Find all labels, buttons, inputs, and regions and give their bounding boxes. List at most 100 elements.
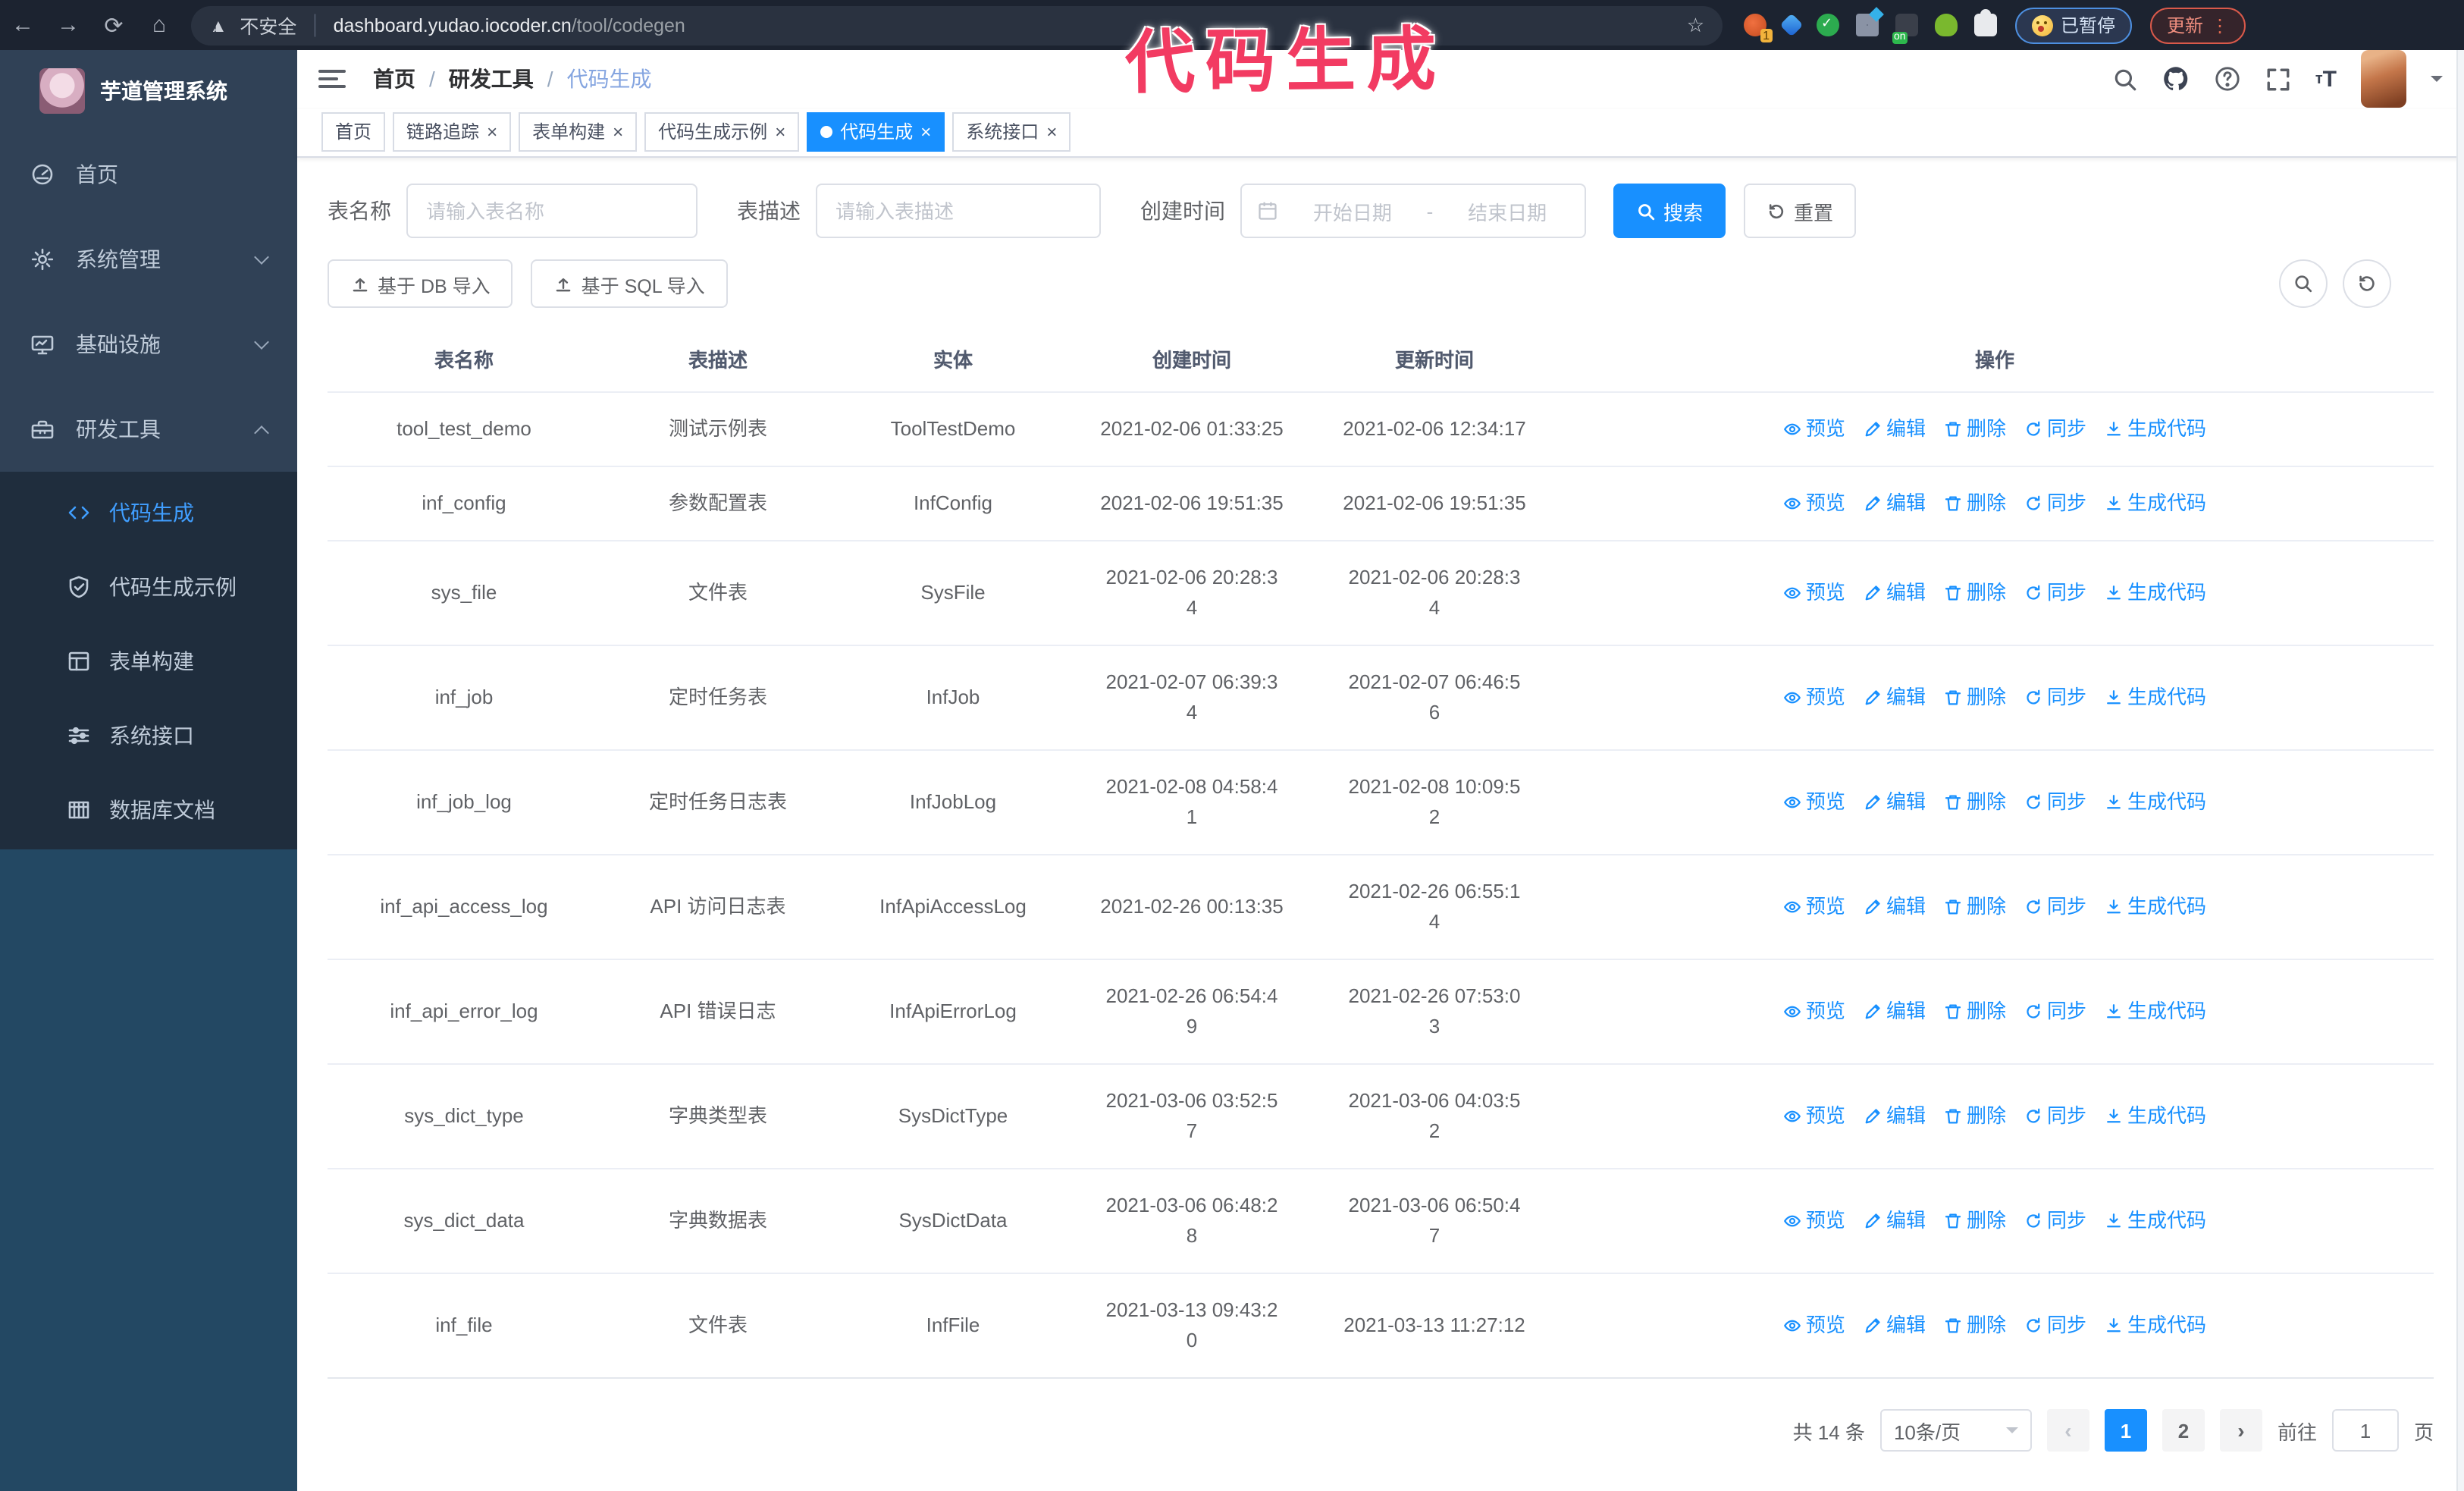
action-eye[interactable]: 预览 — [1783, 997, 1845, 1027]
sidebar-subitem-0[interactable]: 代码生成 — [0, 475, 297, 549]
extensions-puzzle-icon[interactable] — [1974, 9, 1997, 36]
sidebar-item-0[interactable]: 首页 — [0, 132, 297, 217]
action-sync[interactable]: 同步 — [2024, 1101, 2086, 1132]
action-trash[interactable]: 删除 — [1944, 683, 2006, 713]
tab-0[interactable]: 首页 — [321, 112, 386, 152]
action-sync[interactable]: 同步 — [2024, 488, 2086, 519]
extension-grid-icon[interactable] — [1856, 14, 1879, 36]
kebab-menu-icon[interactable]: ⋮ — [2211, 14, 2229, 36]
fullscreen-icon[interactable] — [2265, 67, 2291, 93]
tab-5[interactable]: 系统接口 × — [952, 112, 1071, 152]
extension-bot-icon[interactable] — [1935, 14, 1958, 36]
home-icon[interactable]: ⌂ — [136, 12, 182, 38]
page-button-2[interactable]: 2 — [2161, 1409, 2205, 1452]
app-logo-row[interactable]: 芋道管理系统 — [0, 50, 297, 132]
action-trash[interactable]: 删除 — [1944, 1101, 2006, 1132]
tab-close-icon[interactable]: × — [920, 124, 931, 142]
action-sync[interactable]: 同步 — [2024, 683, 2086, 713]
tab-4[interactable]: 代码生成 × — [807, 112, 945, 152]
tab-1[interactable]: 链路追踪 × — [393, 112, 512, 152]
page-size-select[interactable]: 10条/页 — [1879, 1409, 2032, 1452]
action-download[interactable]: 生成代码 — [2105, 1101, 2206, 1132]
sidebar-item-2[interactable]: 基础设施 — [0, 302, 297, 387]
sidebar-subitem-2[interactable]: 表单构建 — [0, 623, 297, 698]
action-trash[interactable]: 删除 — [1944, 578, 2006, 608]
search-icon[interactable] — [2112, 67, 2138, 93]
paused-badge[interactable]: 已暂停 — [2015, 7, 2133, 43]
action-sync[interactable]: 同步 — [2024, 414, 2086, 444]
extension-gem-icon[interactable] — [1779, 13, 1804, 37]
action-pencil[interactable]: 编辑 — [1864, 1206, 1926, 1236]
tab-close-icon[interactable]: × — [775, 124, 785, 142]
import-db-button[interactable]: 基于 DB 导入 — [328, 259, 513, 308]
address-bar[interactable]: ▲! 不安全 | dashboard.yudao.iocoder.cn /too… — [191, 5, 1723, 45]
tab-2[interactable]: 表单构建 × — [519, 112, 638, 152]
action-eye[interactable]: 预览 — [1783, 414, 1845, 444]
sidebar-subitem-1[interactable]: 代码生成示例 — [0, 549, 297, 623]
security-label[interactable]: 不安全 — [240, 11, 296, 39]
action-download[interactable]: 生成代码 — [2105, 1206, 2206, 1236]
back-icon[interactable]: ← — [0, 12, 45, 38]
action-pencil[interactable]: 编辑 — [1864, 1101, 1926, 1132]
tab-close-icon[interactable]: × — [487, 124, 497, 142]
github-icon[interactable] — [2162, 66, 2190, 93]
action-download[interactable]: 生成代码 — [2105, 997, 2206, 1027]
page-button-1[interactable]: 1 — [2104, 1409, 2147, 1452]
extension-orange-icon[interactable] — [1744, 14, 1773, 42]
action-eye[interactable]: 预览 — [1783, 1101, 1845, 1132]
action-sync[interactable]: 同步 — [2024, 1206, 2086, 1236]
action-download[interactable]: 生成代码 — [2105, 892, 2206, 922]
reset-button[interactable]: 重置 — [1744, 184, 1857, 238]
action-trash[interactable]: 删除 — [1944, 1206, 2006, 1236]
action-pencil[interactable]: 编辑 — [1864, 1311, 1926, 1341]
table-desc-input[interactable] — [816, 184, 1101, 238]
action-trash[interactable]: 删除 — [1944, 1311, 2006, 1341]
goto-page-input[interactable] — [2331, 1409, 2399, 1452]
breadcrumb-home[interactable]: 首页 — [373, 64, 415, 95]
date-range-picker[interactable]: 开始日期 - 结束日期 — [1240, 184, 1586, 238]
scrollbar[interactable] — [2456, 50, 2464, 1491]
action-eye[interactable]: 预览 — [1783, 787, 1845, 818]
hamburger-icon[interactable] — [318, 70, 346, 89]
action-eye[interactable]: 预览 — [1783, 578, 1845, 608]
action-pencil[interactable]: 编辑 — [1864, 488, 1926, 519]
action-download[interactable]: 生成代码 — [2105, 578, 2206, 608]
toggle-search-button[interactable] — [2279, 259, 2328, 308]
action-trash[interactable]: 删除 — [1944, 787, 2006, 818]
avatar-caret-icon[interactable] — [2431, 76, 2443, 89]
action-download[interactable]: 生成代码 — [2105, 1311, 2206, 1341]
action-download[interactable]: 生成代码 — [2105, 683, 2206, 713]
action-eye[interactable]: 预览 — [1783, 1206, 1845, 1236]
search-button[interactable]: 搜索 — [1613, 184, 1726, 238]
action-trash[interactable]: 删除 — [1944, 414, 2006, 444]
breadcrumb-dev-tools[interactable]: 研发工具 — [449, 64, 534, 95]
extension-on-icon[interactable] — [1892, 14, 1918, 44]
tab-close-icon[interactable]: × — [613, 124, 623, 142]
action-trash[interactable]: 删除 — [1944, 488, 2006, 519]
sidebar-subitem-4[interactable]: 数据库文档 — [0, 772, 297, 846]
reload-icon[interactable]: ⟳ — [91, 11, 136, 39]
bookmark-star-icon[interactable]: ☆ — [1687, 13, 1704, 37]
action-sync[interactable]: 同步 — [2024, 787, 2086, 818]
font-size-icon[interactable]: тT — [2315, 67, 2337, 93]
action-sync[interactable]: 同步 — [2024, 892, 2086, 922]
sidebar-subitem-3[interactable]: 系统接口 — [0, 698, 297, 772]
refresh-table-button[interactable] — [2343, 259, 2391, 308]
action-pencil[interactable]: 编辑 — [1864, 892, 1926, 922]
extension-check-icon[interactable] — [1817, 14, 1839, 36]
sidebar-item-1[interactable]: 系统管理 — [0, 217, 297, 302]
action-trash[interactable]: 删除 — [1944, 892, 2006, 922]
user-avatar[interactable] — [2361, 50, 2406, 108]
action-pencil[interactable]: 编辑 — [1864, 578, 1926, 608]
prev-page-button[interactable]: ‹ — [2046, 1409, 2089, 1452]
import-sql-button[interactable]: 基于 SQL 导入 — [531, 259, 728, 308]
table-name-input[interactable] — [406, 184, 698, 238]
tab-close-icon[interactable]: × — [1046, 124, 1057, 142]
action-pencil[interactable]: 编辑 — [1864, 787, 1926, 818]
action-eye[interactable]: 预览 — [1783, 488, 1845, 519]
next-page-button[interactable]: › — [2219, 1409, 2262, 1452]
action-download[interactable]: 生成代码 — [2105, 787, 2206, 818]
action-eye[interactable]: 预览 — [1783, 1311, 1845, 1341]
action-sync[interactable]: 同步 — [2024, 578, 2086, 608]
help-icon[interactable] — [2214, 66, 2241, 93]
